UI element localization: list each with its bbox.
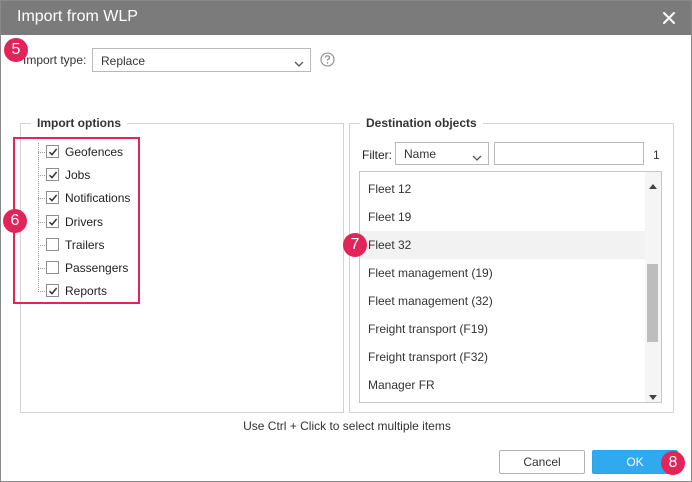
import-option-label: Geofences [65,145,124,159]
callout-badge-5: 5 [4,38,28,62]
import-option-label: Jobs [65,168,91,182]
list-item[interactable]: Fleet management (32) [360,287,646,315]
result-count: 1 [653,148,660,162]
chevron-down-icon [472,151,482,161]
tree-branch [38,152,45,153]
list-item-label: Fleet 32 [368,238,412,252]
question-icon[interactable] [320,52,335,67]
cancel-button[interactable]: Cancel [499,450,585,474]
checkbox-checked[interactable] [46,284,59,297]
destination-objects-legend: Destination objects [366,116,477,130]
destination-objects-list[interactable]: Fleet 12 Fleet 19 Fleet 32 Fleet management… [359,171,662,403]
import-type-value: Replace [101,54,146,68]
list-item-label: Fleet management (32) [368,294,493,308]
tree-branch [38,175,45,176]
list-item-label: Fleet 19 [368,210,412,224]
tree-branch [38,198,45,199]
checkbox-checked[interactable] [46,168,59,181]
dialog-title: Import from WLP [17,8,138,25]
title-bar: Import from WLP [1,1,691,35]
import-option-label: Reports [65,284,108,298]
list-item[interactable]: Fleet 12 [360,175,646,203]
checkbox-checked[interactable] [46,145,59,158]
multi-select-hint: Use Ctrl + Click to select multiple item… [243,419,451,433]
callout-badge-7: 7 [343,233,367,257]
callout-badge-8: 8 [661,451,685,475]
tree-branch [38,291,45,292]
filter-by-select[interactable]: Name [395,142,489,165]
list-item[interactable]: Manager FR [360,371,646,399]
tree-branch [38,222,45,223]
import-option-label: Drivers [65,215,103,229]
checkbox-unchecked[interactable] [46,238,59,251]
import-type-select[interactable]: Replace [92,48,311,72]
import-options-legend: Import options [37,116,121,130]
list-item[interactable]: Fleet 32 [360,231,646,259]
scroll-down-arrow-icon[interactable] [649,390,657,400]
list-item-label: Freight transport (F19) [368,322,489,336]
tree-branch [38,245,45,246]
close-icon[interactable] [661,10,677,26]
checkbox-unchecked[interactable] [46,261,59,274]
list-item[interactable]: Freight transport (F32) [360,343,646,371]
list-item[interactable]: Freight transport (F19) [360,315,646,343]
import-option-label: Passengers [65,261,129,275]
list-item-label: Manager FR [368,378,435,392]
tree-branch [38,268,45,269]
list-item-label: Freight transport (F32) [368,350,489,364]
filter-label: Filter: [362,148,392,162]
checkbox-checked[interactable] [46,215,59,228]
list-item-label: Fleet management (19) [368,266,493,280]
scroll-up-arrow-icon[interactable] [649,178,657,189]
list-item-label: Fleet 12 [368,182,412,196]
import-option-label: Notifications [65,191,131,205]
import-dialog: Import from WLP Import type: Replace Imp… [0,0,692,482]
list-item[interactable]: Fleet 19 [360,203,646,231]
filter-input[interactable] [494,142,644,165]
chevron-down-icon [294,57,304,67]
import-type-label: Import type: [23,53,87,67]
list-item[interactable]: Fleet management (19) [360,259,646,287]
list-scrollbar[interactable] [645,172,661,402]
callout-badge-6: 6 [3,209,27,233]
checkbox-checked[interactable] [46,191,59,204]
scrollbar-thumb[interactable] [647,264,658,342]
filter-by-value: Name [404,147,437,161]
import-option-label: Trailers [65,238,105,252]
